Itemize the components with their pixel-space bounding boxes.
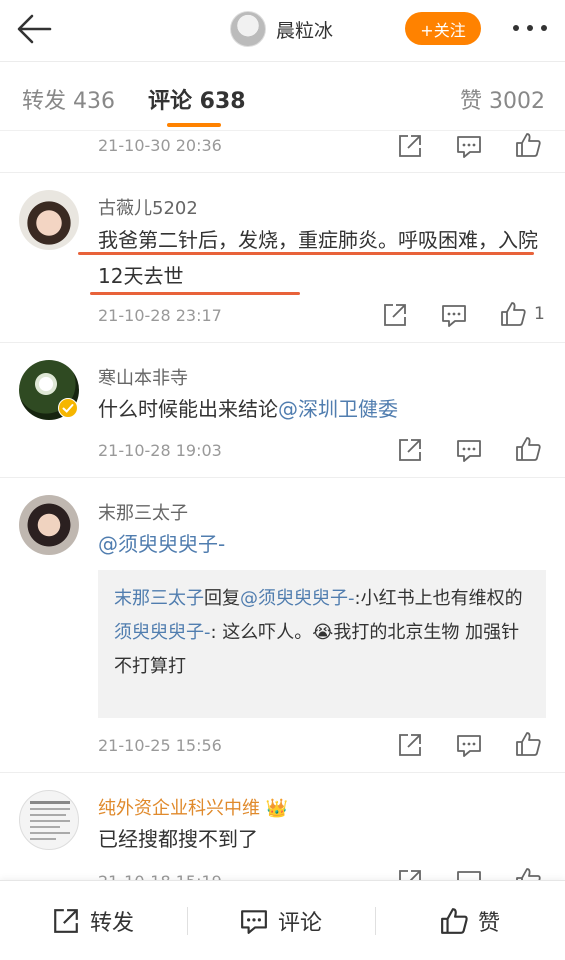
more-options-icon[interactable] bbox=[510, 16, 550, 40]
divider bbox=[0, 772, 565, 773]
divider bbox=[187, 907, 188, 935]
share-icon[interactable] bbox=[397, 437, 423, 463]
commenter-avatar[interactable] bbox=[19, 190, 79, 250]
repost-icon bbox=[54, 909, 78, 933]
repost-button[interactable]: 转发 bbox=[52, 905, 134, 937]
active-tab-indicator bbox=[167, 123, 221, 127]
comment-text: 什么时候能出来结论@深圳卫健委 bbox=[98, 391, 548, 427]
tab-comment[interactable]: 评论 638 bbox=[148, 83, 246, 115]
comment-time: 21-10-30 20:36 bbox=[98, 136, 222, 155]
mention-link[interactable]: @须臾臾臾子- bbox=[98, 532, 225, 556]
comment-time: 21-10-25 15:56 bbox=[98, 736, 222, 755]
commenter-name[interactable]: 寒山本非寺 bbox=[98, 364, 188, 390]
tab-like[interactable]: 赞 3002 bbox=[460, 83, 545, 115]
comment-icon[interactable] bbox=[441, 302, 467, 328]
comment-icon[interactable] bbox=[456, 437, 482, 463]
comment-button[interactable]: 评论 bbox=[240, 905, 322, 937]
comment-time: 21-10-28 23:17 bbox=[98, 306, 222, 325]
post-author[interactable]: 晨粒冰 bbox=[230, 11, 333, 47]
reply-user-link[interactable]: 须臾臾臾子- bbox=[114, 622, 211, 643]
tab-bar: 转发 436 评论 638 赞 3002 bbox=[0, 63, 565, 131]
commenter-name[interactable]: 末那三太子 bbox=[98, 499, 188, 525]
commenter-avatar[interactable] bbox=[19, 790, 79, 850]
like-count: 1 bbox=[534, 304, 545, 324]
like-icon[interactable] bbox=[515, 436, 541, 462]
like-label: 赞 bbox=[478, 911, 501, 936]
comment-icon bbox=[241, 910, 267, 934]
document-thumbnail-icon bbox=[30, 801, 70, 840]
top-bar: 晨粒冰 +关注 bbox=[0, 0, 565, 62]
share-icon[interactable] bbox=[397, 732, 423, 758]
comment-text-body: 什么时候能出来结论 bbox=[98, 397, 278, 421]
divider bbox=[375, 907, 376, 935]
verified-badge-icon bbox=[58, 398, 78, 418]
reply-text: :小红书上也有维权的 bbox=[354, 588, 523, 609]
back-arrow-icon[interactable] bbox=[14, 12, 54, 46]
reply-line: 须臾臾臾子-: 这么吓人。😭我打的北京生物 加强针不打算打 bbox=[114, 616, 530, 684]
highlight-underline bbox=[90, 292, 300, 295]
comment-icon[interactable] bbox=[456, 732, 482, 758]
comment-text: 我爸第二针后，发烧，重症肺炎。呼吸困难，入院12天去世 bbox=[98, 228, 538, 288]
commenter-name[interactable]: 古薇儿5202 bbox=[98, 194, 198, 220]
author-avatar[interactable] bbox=[230, 11, 266, 47]
highlight-underline bbox=[78, 252, 534, 255]
comment-text: 已经搜都搜不到了 bbox=[98, 827, 258, 851]
commenter-name-text[interactable]: 纯外资企业科兴中维 bbox=[98, 798, 260, 819]
author-name[interactable]: 晨粒冰 bbox=[276, 16, 333, 43]
crown-badge-icon: 👑 bbox=[265, 798, 289, 819]
comment-text: @须臾臾臾子- bbox=[98, 526, 548, 562]
divider bbox=[0, 342, 565, 343]
like-button[interactable]: 赞 bbox=[440, 905, 500, 937]
mention-link[interactable]: @须臾臾臾子- bbox=[240, 588, 355, 609]
comment-label: 评论 bbox=[278, 911, 323, 936]
divider bbox=[0, 172, 565, 173]
reply-thread-box[interactable]: 末那三太子回复@须臾臾臾子-:小红书上也有维权的 须臾臾臾子-: 这么吓人。😭我… bbox=[98, 570, 546, 718]
like-icon[interactable] bbox=[515, 731, 541, 757]
reply-verb: 回复 bbox=[204, 588, 240, 609]
comment-icon[interactable] bbox=[456, 133, 482, 159]
like-icon[interactable] bbox=[515, 132, 541, 158]
divider bbox=[0, 477, 565, 478]
mention-link[interactable]: @深圳卫健委 bbox=[278, 397, 398, 421]
follow-button[interactable]: +关注 bbox=[405, 12, 481, 45]
comment-time: 21-10-28 19:03 bbox=[98, 441, 222, 460]
reply-user-link[interactable]: 末那三太子 bbox=[114, 588, 204, 609]
crying-emoji-icon: 😭 bbox=[312, 622, 334, 643]
reply-text: : 这么吓人。 bbox=[210, 622, 313, 643]
like-icon[interactable] bbox=[500, 301, 526, 327]
repost-label: 转发 bbox=[90, 911, 135, 936]
commenter-avatar[interactable] bbox=[19, 495, 79, 555]
reply-line: 末那三太子回复@须臾臾臾子-:小红书上也有维权的 bbox=[114, 582, 530, 616]
share-icon[interactable] bbox=[382, 302, 408, 328]
like-icon bbox=[441, 908, 468, 934]
tab-repost[interactable]: 转发 436 bbox=[22, 83, 115, 115]
share-icon[interactable] bbox=[397, 133, 423, 159]
commenter-name[interactable]: 纯外资企业科兴中维 👑 bbox=[98, 794, 288, 820]
bottom-action-bar: 转发 评论 赞 bbox=[0, 880, 565, 960]
